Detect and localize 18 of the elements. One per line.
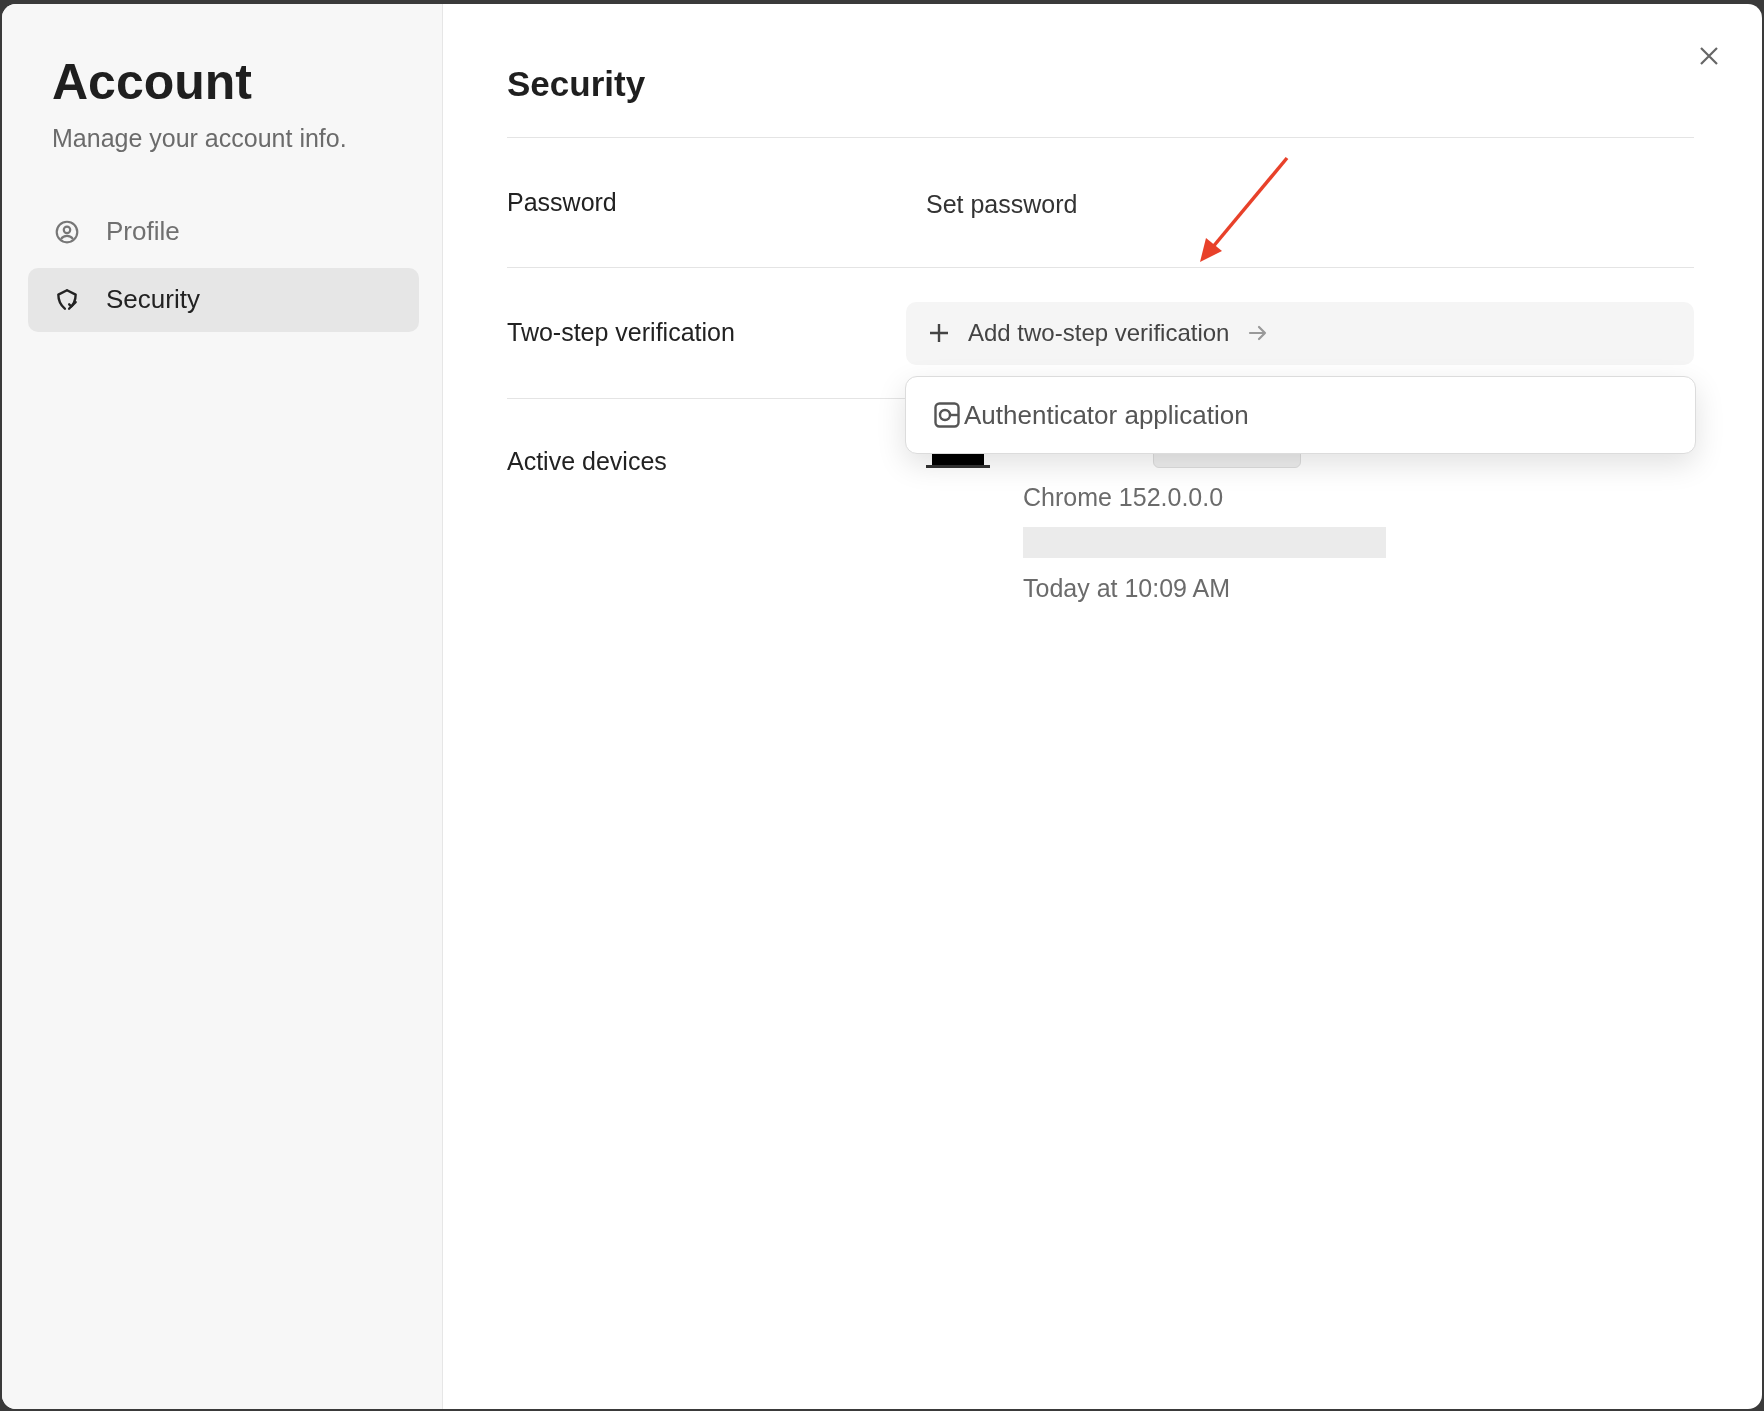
last-active-time: Today at 10:09 AM — [1023, 572, 1232, 604]
sidebar-item[interactable]: Profile — [28, 199, 419, 264]
menu-item[interactable]: Authenticator application — [934, 395, 1249, 435]
sidebar-subtitle: Manage your account info. — [51, 123, 348, 154]
shield-check-icon — [54, 286, 80, 313]
sidebar-title: Account — [51, 53, 253, 112]
set-password-link[interactable]: Set password — [926, 185, 1078, 224]
row-label: Password — [507, 186, 618, 218]
authenticator-icon — [934, 402, 960, 428]
row-label: Two-step verification — [507, 317, 736, 349]
browser-version: Chrome 152.0.0.0 — [1023, 482, 1225, 513]
user-icon — [54, 218, 80, 245]
row-label: Active devices — [507, 446, 668, 477]
plus-icon — [928, 322, 950, 344]
sidebar-item[interactable]: Security — [28, 267, 419, 332]
add-two-step-button[interactable]: Add two-step verification — [906, 301, 1694, 365]
close-icon[interactable] — [1699, 46, 1719, 66]
page-title: Security — [507, 63, 647, 105]
